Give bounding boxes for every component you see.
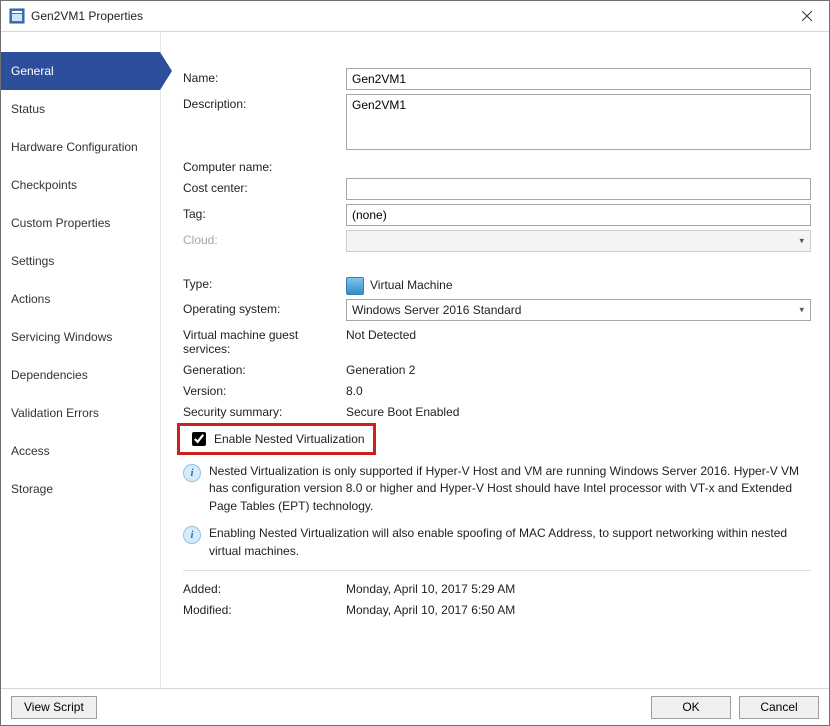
security-summary-value: Secure Boot Enabled: [346, 402, 811, 419]
cost-center-label: Cost center:: [183, 178, 346, 195]
sidebar-item-label: General: [11, 64, 54, 78]
name-label: Name:: [183, 68, 346, 85]
sidebar-item-label: Actions: [11, 292, 50, 306]
sidebar-item-dependencies[interactable]: Dependencies: [1, 356, 160, 394]
type-value: Virtual Machine: [346, 274, 811, 295]
version-label: Version:: [183, 381, 346, 398]
sidebar-item-label: Access: [11, 444, 50, 458]
chevron-down-icon: ▾: [799, 236, 804, 247]
info-icon: i: [183, 526, 201, 544]
tag-input[interactable]: [346, 204, 811, 226]
modified-value: Monday, April 10, 2017 6:50 AM: [346, 600, 811, 617]
description-input[interactable]: [346, 94, 811, 150]
sidebar-item-label: Validation Errors: [11, 406, 99, 420]
enable-nested-virtualization-checkbox[interactable]: [192, 432, 206, 446]
sidebar-item-storage[interactable]: Storage: [1, 470, 160, 508]
name-input[interactable]: [346, 68, 811, 90]
sidebar-item-access[interactable]: Access: [1, 432, 160, 470]
info-text-2: Enabling Nested Virtualization will also…: [209, 525, 811, 560]
tag-label: Tag:: [183, 204, 346, 221]
added-value: Monday, April 10, 2017 5:29 AM: [346, 579, 811, 596]
vm-icon: [346, 277, 364, 295]
sidebar-item-label: Status: [11, 102, 45, 116]
sidebar-item-label: Settings: [11, 254, 54, 268]
cloud-select: ▾: [346, 230, 811, 252]
cost-center-input[interactable]: [346, 178, 811, 200]
operating-system-label: Operating system:: [183, 299, 346, 316]
info-text-1: Nested Virtualization is only supported …: [209, 463, 811, 515]
titlebar: Gen2VM1 Properties: [1, 1, 829, 32]
dialog-footer: View Script OK Cancel: [1, 688, 829, 725]
operating-system-value: Windows Server 2016 Standard: [352, 303, 521, 317]
dialog-body: General Status Hardware Configuration Ch…: [1, 32, 829, 688]
close-button[interactable]: [785, 2, 829, 31]
cloud-label: Cloud:: [183, 230, 346, 247]
generation-label: Generation:: [183, 360, 346, 377]
computer-name-label: Computer name:: [183, 157, 346, 174]
enable-nested-virtualization-row: Enable Nested Virtualization: [177, 423, 376, 455]
sidebar-item-label: Storage: [11, 482, 53, 496]
sidebar-item-general[interactable]: General: [1, 52, 160, 90]
sidebar-item-custom-properties[interactable]: Custom Properties: [1, 204, 160, 242]
sidebar-item-hardware-configuration[interactable]: Hardware Configuration: [1, 128, 160, 166]
sidebar-item-label: Servicing Windows: [11, 330, 112, 344]
added-label: Added:: [183, 579, 346, 596]
enable-nested-virtualization-label: Enable Nested Virtualization: [214, 432, 365, 446]
description-label: Description:: [183, 94, 346, 111]
modified-label: Modified:: [183, 600, 346, 617]
security-summary-label: Security summary:: [183, 402, 346, 419]
info-icon: i: [183, 464, 201, 482]
sidebar-item-label: Dependencies: [11, 368, 88, 382]
sidebar-item-label: Checkpoints: [11, 178, 77, 192]
cancel-button[interactable]: Cancel: [739, 696, 819, 719]
window-title: Gen2VM1 Properties: [31, 9, 785, 23]
window-icon: [9, 8, 25, 24]
type-label: Type:: [183, 274, 346, 291]
main-panel: Name: Description: Computer name: Cost c…: [161, 32, 829, 688]
vm-guest-services-label: Virtual machine guest services:: [183, 325, 346, 356]
chevron-down-icon: ▾: [799, 305, 804, 316]
sidebar-item-servicing-windows[interactable]: Servicing Windows: [1, 318, 160, 356]
separator: [183, 570, 811, 571]
info-row-1: i Nested Virtualization is only supporte…: [183, 463, 811, 515]
sidebar-item-checkpoints[interactable]: Checkpoints: [1, 166, 160, 204]
sidebar-item-validation-errors[interactable]: Validation Errors: [1, 394, 160, 432]
vm-guest-services-value: Not Detected: [346, 325, 811, 342]
properties-dialog: Gen2VM1 Properties General Status Hardwa…: [0, 0, 830, 726]
sidebar-item-actions[interactable]: Actions: [1, 280, 160, 318]
view-script-button[interactable]: View Script: [11, 696, 97, 719]
sidebar-item-label: Custom Properties: [11, 216, 110, 230]
sidebar: General Status Hardware Configuration Ch…: [1, 32, 161, 688]
computer-name-value: [346, 157, 811, 160]
close-icon: [802, 11, 812, 21]
version-value: 8.0: [346, 381, 811, 398]
sidebar-item-settings[interactable]: Settings: [1, 242, 160, 280]
generation-value: Generation 2: [346, 360, 811, 377]
sidebar-item-label: Hardware Configuration: [11, 140, 138, 154]
info-row-2: i Enabling Nested Virtualization will al…: [183, 525, 811, 560]
operating-system-select[interactable]: Windows Server 2016 Standard ▾: [346, 299, 811, 321]
sidebar-item-status[interactable]: Status: [1, 90, 160, 128]
ok-button[interactable]: OK: [651, 696, 731, 719]
